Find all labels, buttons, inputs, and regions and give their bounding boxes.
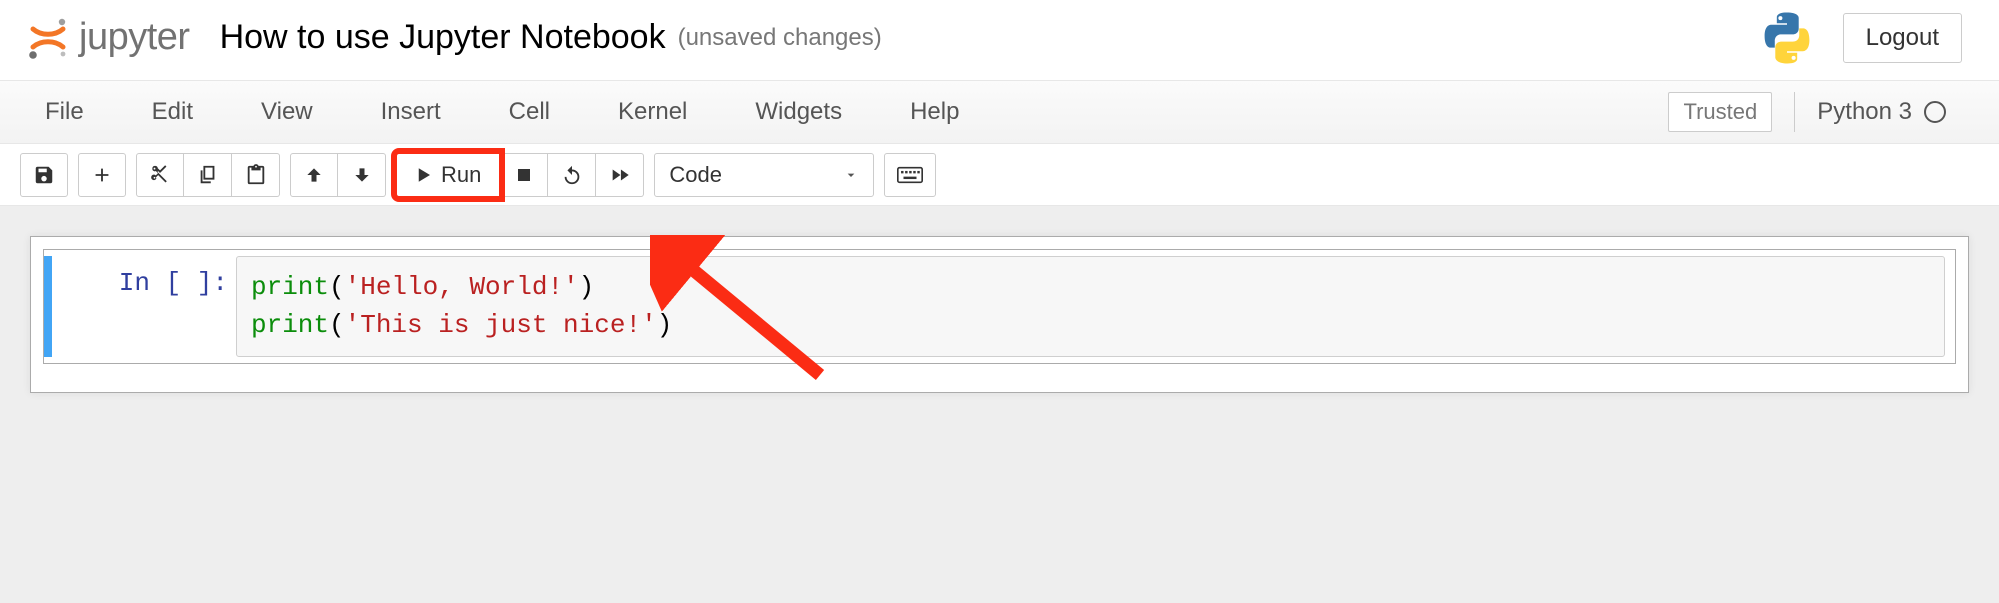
- menu-view[interactable]: View: [251, 90, 323, 134]
- move-down-button[interactable]: [338, 153, 386, 197]
- arrow-down-icon: [352, 165, 372, 185]
- copy-icon: [197, 164, 219, 186]
- cell-selected-marker: [44, 256, 52, 357]
- menu-insert[interactable]: Insert: [371, 90, 451, 134]
- jupyter-logo-icon: [25, 15, 71, 61]
- restart-run-all-button[interactable]: [596, 153, 644, 197]
- interrupt-button[interactable]: [500, 153, 548, 197]
- celltype-select[interactable]: Code: [654, 153, 874, 197]
- code-line[interactable]: print('Hello, World!'): [251, 269, 1930, 307]
- run-button-label: Run: [441, 162, 481, 188]
- restart-button[interactable]: [548, 153, 596, 197]
- divider: [1794, 92, 1795, 132]
- menu-file[interactable]: File: [35, 90, 94, 134]
- save-icon: [33, 164, 55, 186]
- notebook: In [ ]: print('Hello, World!') print('Th…: [30, 236, 1969, 393]
- copy-button[interactable]: [184, 153, 232, 197]
- cell-input-area[interactable]: print('Hello, World!') print('This is ju…: [236, 256, 1945, 357]
- run-button[interactable]: Run: [396, 153, 500, 197]
- save-status: (unsaved changes): [678, 24, 882, 52]
- cut-button[interactable]: [136, 153, 184, 197]
- menu-kernel[interactable]: Kernel: [608, 90, 697, 134]
- menubar: File Edit View Insert Cell Kernel Widget…: [0, 80, 1999, 144]
- arrow-up-icon: [304, 165, 324, 185]
- menu-edit[interactable]: Edit: [142, 90, 203, 134]
- menu-help[interactable]: Help: [900, 90, 969, 134]
- trusted-indicator[interactable]: Trusted: [1668, 92, 1772, 132]
- code-line[interactable]: print('This is just nice!'): [251, 307, 1930, 345]
- save-button[interactable]: [20, 153, 68, 197]
- notebook-title[interactable]: How to use Jupyter Notebook: [220, 18, 666, 57]
- celltype-selected-label: Code: [669, 162, 722, 188]
- keyboard-icon: [897, 166, 923, 184]
- fast-forward-icon: [609, 164, 631, 186]
- command-palette-button[interactable]: [884, 153, 936, 197]
- jupyter-logo-text: jupyter: [79, 16, 190, 59]
- restart-icon: [561, 164, 583, 186]
- stop-icon: [515, 166, 533, 184]
- code-cell[interactable]: In [ ]: print('Hello, World!') print('Th…: [43, 249, 1956, 364]
- menu-widgets[interactable]: Widgets: [745, 90, 852, 134]
- kernel-name-label: Python 3: [1817, 98, 1912, 126]
- plus-icon: [91, 164, 113, 186]
- insert-cell-below-button[interactable]: [78, 153, 126, 197]
- scissors-icon: [149, 164, 171, 186]
- notebook-container: In [ ]: print('Hello, World!') print('Th…: [0, 206, 1999, 603]
- chevron-down-icon: [843, 167, 859, 183]
- header: jupyter How to use Jupyter Notebook (uns…: [0, 0, 1999, 80]
- kernel-indicator[interactable]: Python 3: [1817, 98, 1946, 126]
- kernel-idle-icon: [1924, 101, 1946, 123]
- logout-button[interactable]: Logout: [1843, 13, 1962, 63]
- paste-button[interactable]: [232, 153, 280, 197]
- python-logo-icon: [1759, 10, 1815, 66]
- paste-icon: [245, 164, 267, 186]
- jupyter-logo[interactable]: jupyter: [25, 15, 190, 61]
- cell-prompt: In [ ]:: [56, 256, 236, 357]
- toolbar: Run Code: [0, 144, 1999, 206]
- play-icon: [415, 166, 433, 184]
- menu-cell[interactable]: Cell: [499, 90, 560, 134]
- move-up-button[interactable]: [290, 153, 338, 197]
